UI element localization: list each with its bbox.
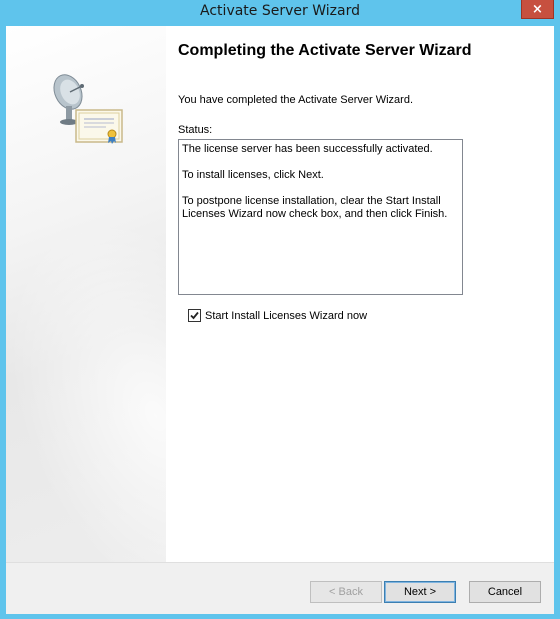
start-install-licenses-option[interactable]: Start Install Licenses Wizard now	[188, 309, 367, 322]
back-button[interactable]: < Back	[310, 581, 382, 603]
status-label: Status:	[178, 124, 213, 136]
status-line: To postpone license installation, clear …	[182, 195, 448, 220]
wizard-client-area: Completing the Activate Server Wizard Yo…	[6, 26, 554, 614]
satellite-certificate-icon	[53, 74, 123, 144]
cancel-button[interactable]: Cancel	[469, 581, 541, 603]
wizard-main-panel: Completing the Activate Server Wizard Yo…	[166, 26, 554, 562]
page-title: Completing the Activate Server Wizard	[178, 42, 472, 59]
start-install-licenses-checkbox[interactable]	[188, 309, 201, 322]
intro-text: You have completed the Activate Server W…	[178, 94, 413, 106]
window-title: Activate Server Wizard	[200, 3, 360, 19]
status-textbox[interactable]: The license server has been successfully…	[178, 139, 463, 295]
close-button[interactable]: ×	[521, 0, 554, 19]
title-bar[interactable]: Activate Server Wizard ×	[0, 0, 560, 24]
next-button[interactable]: Next >	[384, 581, 456, 603]
wizard-footer: < Back Next > Cancel	[6, 562, 554, 614]
checkmark-icon	[190, 311, 199, 320]
wizard-window: Activate Server Wizard × Completing the …	[0, 0, 560, 619]
status-line: To install licenses, click Next.	[182, 169, 324, 181]
checkbox-label: Start Install Licenses Wizard now	[205, 309, 368, 322]
close-icon: ×	[532, 1, 543, 17]
wizard-sidebar	[6, 26, 166, 562]
status-line: The license server has been successfully…	[182, 143, 433, 155]
